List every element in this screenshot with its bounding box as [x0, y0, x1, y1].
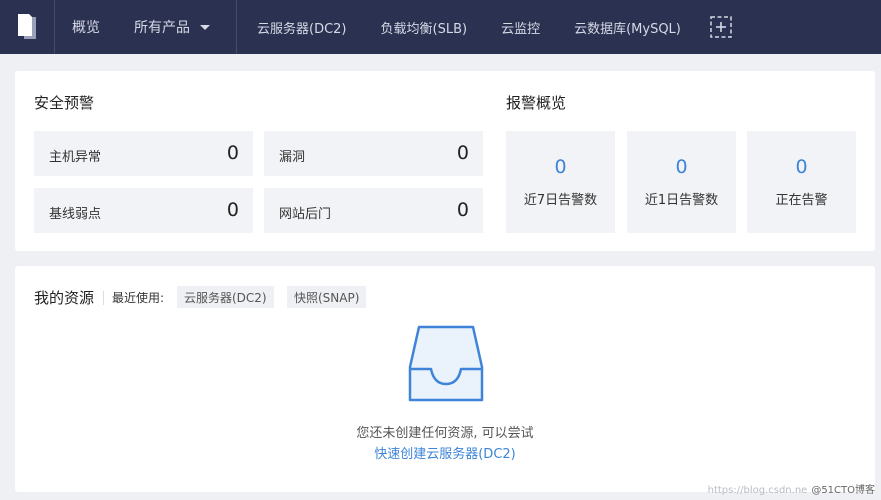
stat-website-backdoor[interactable]: 网站后门 0	[264, 188, 483, 233]
stat-vulnerability[interactable]: 漏洞 0	[264, 131, 483, 176]
stat-host-anomaly[interactable]: 主机异常 0	[34, 131, 253, 176]
nav-item-mysql[interactable]: 云数据库(MySQL)	[557, 0, 698, 54]
alarm-count: 0	[675, 156, 688, 178]
stat-value: 0	[226, 199, 239, 221]
alarm-title: 报警概览	[506, 94, 567, 112]
nav-overview[interactable]: 概览	[55, 0, 117, 54]
nav-item-dc2[interactable]: 云服务器(DC2)	[237, 0, 364, 54]
resources-panel: 我的资源 最近使用: 云服务器(DC2) 快照(SNAP) 您还未创建任何资源,…	[15, 266, 875, 492]
alarm-label: 正在告警	[775, 193, 828, 208]
alarm-label: 近1日告警数	[644, 193, 719, 208]
stat-value: 0	[226, 142, 239, 164]
quick-create-dc2-link[interactable]: 快速创建云服务器(DC2)	[15, 443, 875, 462]
alarm-1day[interactable]: 0 近1日告警数	[627, 131, 736, 233]
resources-title: 我的资源	[34, 289, 95, 307]
alarm-count: 0	[795, 156, 808, 178]
security-title: 安全预警	[34, 94, 95, 112]
nav-item-slb[interactable]: 负载均衡(SLB)	[364, 0, 485, 54]
document-logo-icon	[18, 14, 36, 39]
overview-panel: 安全预警 主机异常 0 漏洞 0 基线弱点 0 网站后门 0 报警概览 0 近7…	[15, 71, 875, 251]
nav-item-monitor[interactable]: 云监控	[484, 0, 557, 54]
stat-value: 0	[456, 142, 469, 164]
recent-label: 最近使用:	[112, 291, 165, 305]
nav-all-products-label: 所有产品	[134, 20, 190, 36]
title-divider	[103, 291, 104, 305]
watermark-url: https://blog.csdn.ne	[707, 485, 808, 496]
stat-baseline-weakness[interactable]: 基线弱点 0	[34, 188, 253, 233]
stat-label: 主机异常	[49, 150, 102, 165]
stat-label: 网站后门	[279, 207, 332, 222]
stat-label: 漏洞	[279, 150, 306, 165]
alarm-label: 近7日告警数	[523, 193, 598, 208]
empty-inbox-icon	[408, 325, 484, 402]
add-shortcut-icon[interactable]	[710, 16, 732, 38]
empty-state-text: 您还未创建任何资源, 可以尝试	[356, 426, 534, 441]
watermark: https://blog.csdn.ne @51CTO博客	[708, 481, 875, 496]
logo[interactable]	[0, 0, 55, 54]
recent-chip-dc2[interactable]: 云服务器(DC2)	[177, 286, 274, 308]
stat-label: 基线弱点	[49, 207, 102, 222]
alarm-active[interactable]: 0 正在告警	[747, 131, 856, 233]
nav-all-products[interactable]: 所有产品	[117, 0, 236, 54]
alarm-7day[interactable]: 0 近7日告警数	[506, 131, 615, 233]
watermark-text: @51CTO博客	[811, 485, 875, 496]
alarm-count: 0	[554, 156, 567, 178]
recent-chip-snap[interactable]: 快照(SNAP)	[287, 286, 367, 308]
top-navbar: 概览 所有产品 云服务器(DC2) 负载均衡(SLB) 云监控 云数据库(MyS…	[0, 0, 881, 54]
stat-value: 0	[456, 199, 469, 221]
caret-down-icon	[200, 24, 210, 30]
